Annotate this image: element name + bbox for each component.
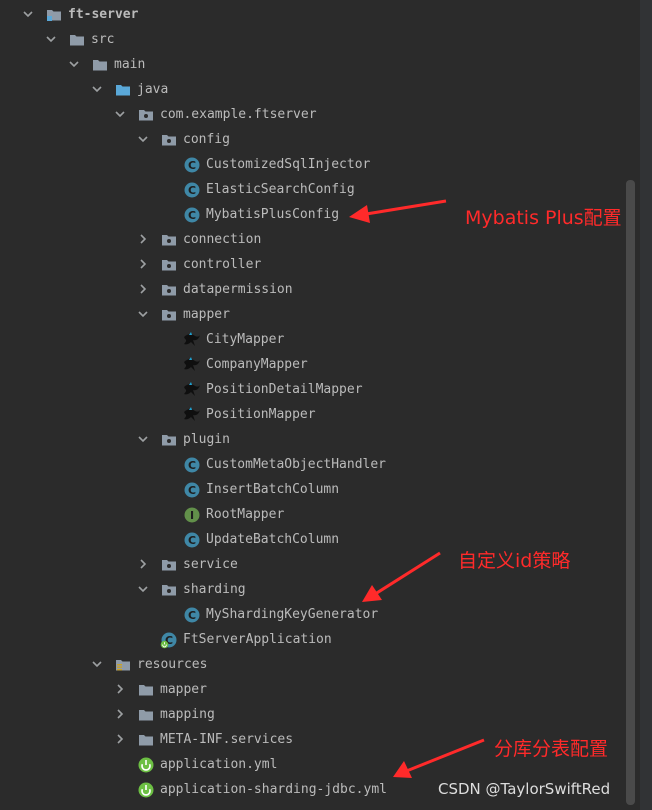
arrow-sharding-jdbc-yml	[393, 738, 485, 778]
arrow-mybatis-plus-config	[349, 199, 447, 223]
annotation-mybatis-plus: Mybatis Plus配置	[465, 207, 622, 229]
annotation-arrows	[349, 199, 485, 778]
arrow-sharding-key-generator	[362, 551, 441, 602]
csdn-watermark: CSDN @TaylorSwiftRed	[438, 780, 611, 798]
annotation-sharding-config: 分库分表配置	[494, 738, 609, 760]
annotation-id-strategy: 自定义id策略	[458, 550, 571, 572]
